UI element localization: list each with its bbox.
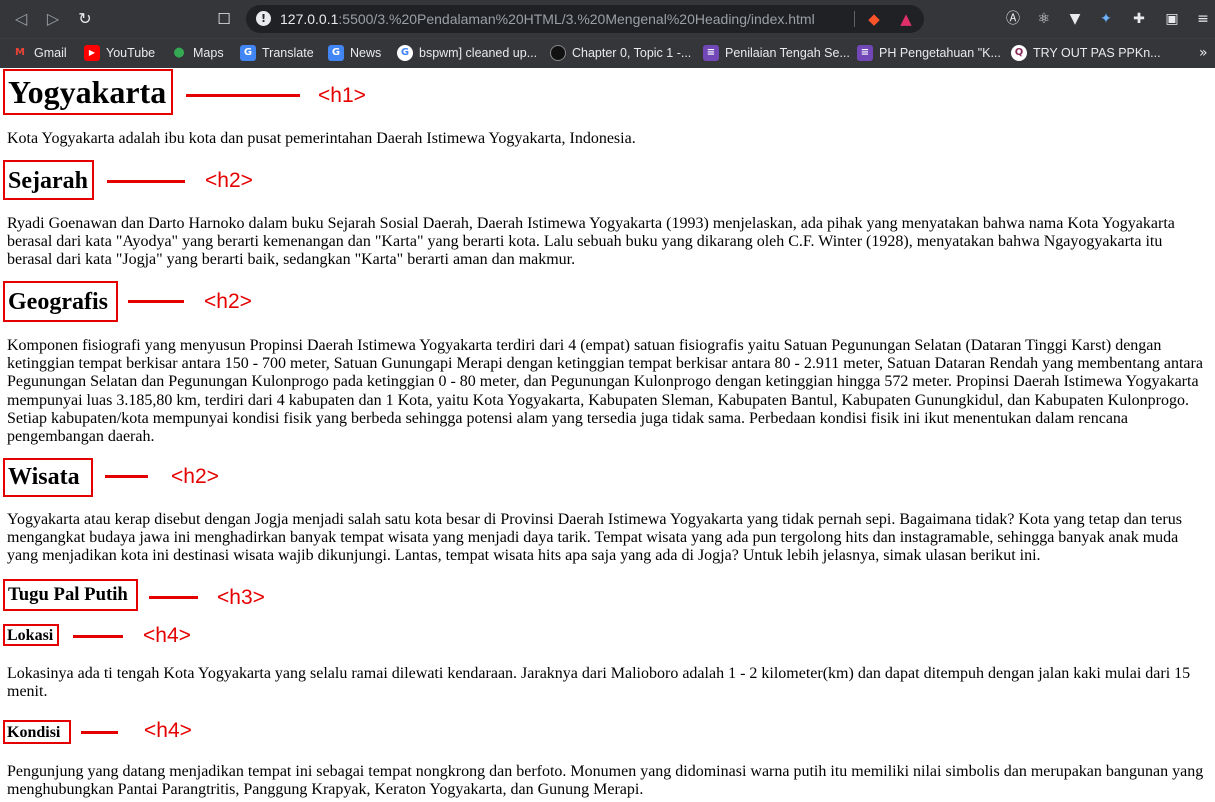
bookmark-youtube[interactable]: ▶ YouTube [84, 44, 155, 62]
bookmark-icon[interactable]: ☐ [214, 8, 234, 30]
brave-shields-icon[interactable]: ◆ [866, 9, 882, 29]
h1-annotation-line [186, 94, 300, 97]
browser-toolbar: ◁ ▷ ↻ ☐ ! 127.0.0.1:5500/3.%20Pendalaman… [0, 0, 1215, 38]
url-text[interactable]: 127.0.0.1:5500/3.%20Pendalaman%20HTML/3.… [280, 10, 815, 28]
github-icon [550, 44, 566, 61]
bookmark-ph-pengetahuan[interactable]: ≡ PH Pengetahuan "K... [857, 44, 1001, 62]
address-bar-divider [854, 11, 855, 27]
vue-devtools-icon[interactable]: ▼ [1064, 8, 1086, 30]
h2-annotation-label: <h2> [204, 290, 252, 313]
h3-annotation-line [149, 596, 198, 599]
h4-annotation-label: <h4> [144, 719, 192, 742]
forward-icon[interactable]: ▷ [42, 8, 64, 30]
translate-icon: G [240, 44, 256, 61]
bookmark-tryout[interactable]: Q TRY OUT PAS PPKn... [1011, 44, 1161, 62]
sejarah-heading: Sejarah [8, 168, 88, 194]
menu-icon[interactable]: ≡ [1192, 8, 1214, 30]
page-title: Yogyakarta [8, 74, 167, 110]
h2-annotation-label: <h2> [205, 169, 253, 192]
h2-annotation-label: <h2> [171, 465, 219, 488]
intro-paragraph: Kota Yogyakarta adalah ibu kota dan pusa… [7, 130, 636, 147]
geografis-heading: Geografis [8, 289, 108, 315]
address-bar[interactable]: ! 127.0.0.1:5500/3.%20Pendalaman%20HTML/… [246, 5, 924, 33]
lokasi-paragraph: Lokasinya ada ti tengah Kota Yogyakarta … [7, 665, 1191, 701]
h1-annotation-label: <h1> [318, 84, 366, 107]
wisata-paragraph: Yogyakarta atau kerap disebut dengan Jog… [7, 511, 1182, 565]
site-info-icon[interactable]: ! [256, 11, 271, 26]
reload-icon[interactable]: ↻ [74, 8, 96, 30]
kondisi-paragraph: Pengunjung yang datang menjadikan tempat… [7, 763, 1204, 799]
bookmarks-bar: M Gmail ▶ YouTube ● Maps G Translate G News G… [0, 38, 1215, 68]
bookmark-bspwm[interactable]: Gbspwm] cleaned up... [397, 44, 537, 62]
h2-annotation-line [105, 475, 148, 478]
bookmarks-overflow-icon[interactable]: » [1199, 44, 1208, 62]
extensions-puzzle-icon[interactable]: ✚ [1128, 8, 1150, 30]
extension-a-icon[interactable]: Ⓐ [1002, 8, 1024, 30]
h4-annotation-line [81, 731, 118, 734]
brave-rewards-icon[interactable]: ▲ [898, 9, 914, 29]
h4-annotation-line [73, 635, 123, 638]
tugu-heading: Tugu Pal Putih [8, 584, 128, 605]
page-viewport: Yogyakarta <h1> Kota Yogyakarta adalah i… [0, 68, 1215, 802]
browser-chrome: ◁ ▷ ↻ ☐ ! 127.0.0.1:5500/3.%20Pendalaman… [0, 0, 1215, 68]
h2-annotation-line [128, 300, 184, 303]
react-devtools-icon[interactable]: ⚛ [1033, 8, 1055, 30]
google-icon: G [397, 44, 413, 61]
h2-annotation-line [107, 180, 185, 183]
geografis-paragraph: Komponen fisiografi yang menyusun Propin… [7, 337, 1203, 446]
maps-icon: ● [173, 44, 185, 60]
quizizz-icon: Q [1011, 44, 1027, 61]
bookmark-maps[interactable]: ● Maps [171, 44, 223, 62]
bookmark-penilaian[interactable]: ≡ Penilaian Tengah Se... [703, 44, 850, 62]
bookmark-news[interactable]: G News [328, 44, 381, 62]
bookmark-gmail[interactable]: M Gmail [12, 44, 67, 62]
kondisi-heading: Kondisi [7, 724, 61, 741]
back-icon[interactable]: ◁ [10, 8, 32, 30]
h4-annotation-label: <h4> [143, 624, 191, 647]
h3-annotation-label: <h3> [217, 586, 265, 609]
extension-bird-icon[interactable]: ✦ [1095, 8, 1117, 30]
bookmark-chapter[interactable]: Chapter 0, Topic 1 -... [550, 44, 691, 62]
wisata-heading: Wisata [8, 464, 80, 490]
wallet-icon[interactable]: ▣ [1161, 8, 1183, 30]
gmail-icon: M [15, 46, 25, 58]
lokasi-heading: Lokasi [7, 627, 54, 644]
forms-icon: ≡ [857, 44, 873, 61]
forms-icon: ≡ [703, 44, 719, 61]
youtube-icon: ▶ [84, 44, 100, 61]
bookmark-translate[interactable]: G Translate [240, 44, 314, 62]
news-icon: G [328, 44, 344, 61]
sejarah-paragraph: Ryadi Goenawan dan Darto Harnoko dalam b… [7, 215, 1175, 269]
